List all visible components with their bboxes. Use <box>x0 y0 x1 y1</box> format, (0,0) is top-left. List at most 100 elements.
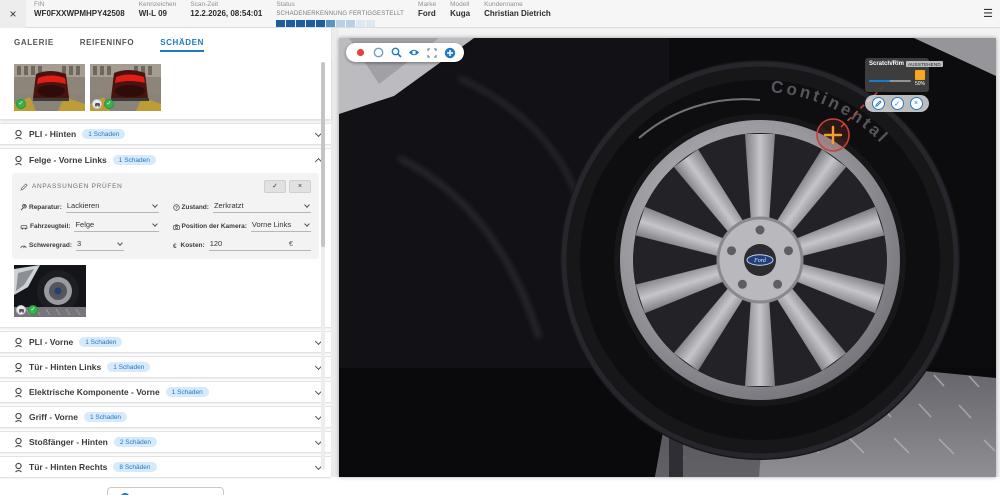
viewer-toolbar <box>346 43 464 62</box>
thumbnail-car-rear-2[interactable]: ✓ <box>90 64 161 111</box>
damage-photo-viewer[interactable]: Continental <box>339 38 996 477</box>
svg-text:€: € <box>173 243 177 249</box>
chevron-down-icon <box>152 221 158 227</box>
thumbnail-car-rear-1[interactable]: ✓ <box>14 64 85 111</box>
field-label: Reparatur: <box>29 204 62 211</box>
marke-label: Marke <box>418 1 436 9</box>
wrench-icon <box>20 204 27 211</box>
form-cancel-button[interactable]: × <box>289 180 311 193</box>
confidence-bar <box>869 80 911 82</box>
damage-row-pli-vorne[interactable]: PLI - Vorne 1 Schaden <box>0 331 331 353</box>
verified-badge-icon: ✓ <box>28 305 38 315</box>
tab-bar: GALERIE REIFENINFO SCHÄDEN <box>0 28 331 58</box>
gauge-icon <box>20 243 27 249</box>
car-icon <box>20 224 28 230</box>
damage-status-badge: AUSSTEHEND <box>906 61 943 67</box>
damage-marker-tool-icon[interactable] <box>354 47 366 59</box>
damage-row-label: Elektrische Komponente - Vorne <box>29 387 160 397</box>
damage-popup: Scratch/Rim AUSSTEHEND 50% ✓ × <box>865 58 929 112</box>
zoom-tool-icon[interactable] <box>390 47 402 59</box>
status-field: Status SCHADENERKENNUNG FERTIGGESTELLT <box>276 1 404 27</box>
reparatur-select[interactable]: Lackieren <box>66 201 159 213</box>
chevron-down-icon <box>304 202 310 208</box>
field-reparatur: Reparatur: Lackieren <box>20 201 159 213</box>
damage-row-tuer-hinten-rechts[interactable]: Tür - Hinten Rechts 8 Schäden <box>0 456 331 478</box>
gallery-thumbnails: ✓ ✓ <box>0 58 331 119</box>
damage-row-label: Stoßfänger - Hinten <box>29 437 108 447</box>
damage-row-tuer-hinten-links[interactable]: Tür - Hinten Links 1 Schaden <box>0 356 331 378</box>
fahrzeugteil-select[interactable]: Felge <box>74 220 158 232</box>
confirm-damage-button[interactable]: ✓ <box>891 97 904 110</box>
damage-count-badge: 1 Schaden <box>107 362 150 372</box>
tab-galerie[interactable]: GALERIE <box>14 38 54 52</box>
damage-row-label: PLI - Vorne <box>29 337 73 347</box>
damage-row-pli-hinten[interactable]: PLI - Hinten 1 Schaden <box>0 123 331 145</box>
modell-field: Modell Kuga <box>450 1 470 19</box>
chevron-down-icon <box>152 202 158 208</box>
position-kamera-select[interactable]: Vorne Links <box>251 220 311 232</box>
severity-indicator <box>915 70 925 80</box>
car-badge-icon <box>16 305 26 315</box>
chevron-down-icon <box>117 240 123 246</box>
visibility-tool-icon[interactable] <box>408 47 420 59</box>
damage-count-badge: 1 Schaden <box>166 387 209 397</box>
kennzeichen-label: Kennzeichen <box>139 1 177 9</box>
damage-marker-icon <box>14 129 23 140</box>
adjustment-form: ANPASSUNGEN PRÜFEN ✓ × Reparatur: Lackie… <box>12 173 319 259</box>
menu-icon[interactable]: ☰ <box>976 0 1000 28</box>
scrollbar-thumb[interactable] <box>321 62 325 247</box>
damage-row-stossfaenger-hinten[interactable]: Stoßfänger - Hinten 2 Schäden <box>0 431 331 453</box>
scanzeit-value: 12.2.2026, 08:54:01 <box>190 9 262 19</box>
sidebar-scrollbar <box>321 62 325 470</box>
damage-marker-icon <box>14 155 23 166</box>
edit-damage-button[interactable] <box>872 97 885 110</box>
field-zustand: ?Zustand: Zerkratzt <box>173 201 312 213</box>
damage-marker-icon <box>14 462 23 473</box>
kennzeichen-value: WI-L 09 <box>139 9 177 19</box>
edit-icon <box>20 183 28 191</box>
field-schweregrad: Schweregrad: 3 <box>20 239 159 251</box>
damage-marker-icon <box>14 387 23 398</box>
damage-row-label: Tür - Hinten Links <box>29 362 101 372</box>
fullscreen-tool-icon[interactable] <box>426 47 438 59</box>
form-title: ANPASSUNGEN PRÜFEN <box>32 183 123 190</box>
status-value: SCHADENERKENNUNG FERTIGGESTELLT <box>276 9 404 19</box>
field-label: Fahrzeugteil: <box>30 223 70 230</box>
damage-row-label: Griff - Vorne <box>29 412 78 422</box>
circle-tool-icon[interactable] <box>372 47 384 59</box>
modell-label: Modell <box>450 1 470 9</box>
damage-row-griff-vorne[interactable]: Griff - Vorne 1 Schaden <box>0 406 331 428</box>
field-fahrzeugteil: Fahrzeugteil: Felge <box>20 220 159 232</box>
car-badge-icon <box>92 99 102 109</box>
add-damage-tool-icon[interactable] <box>444 47 456 59</box>
kosten-currency: € <box>289 239 311 248</box>
thumbnail-wheel-damage[interactable]: ✓ <box>14 265 86 317</box>
tab-reifeninfo[interactable]: REIFENINFO <box>80 38 134 52</box>
send-to-fleetback-button[interactable]: An Fleetback senden <box>107 487 223 495</box>
damage-marker-icon <box>14 337 23 348</box>
svg-text:Ford: Ford <box>753 258 767 264</box>
kosten-input-wrap: € <box>209 239 311 251</box>
damage-sidebar: GALERIE REIFENINFO SCHÄDEN ✓ <box>0 28 331 477</box>
status-progress-bar <box>276 20 404 27</box>
damage-annotation-circle <box>817 119 849 151</box>
fin-field: FIN WF0FXXWPMHPY42508 <box>34 1 125 19</box>
tab-schaeden[interactable]: SCHÄDEN <box>160 38 204 52</box>
damage-count-badge: 8 Schäden <box>113 462 156 472</box>
schweregrad-select[interactable]: 3 <box>76 239 124 251</box>
damage-row-felge-vorne-links[interactable]: Felge - Vorne Links 1 Schaden <box>0 149 331 171</box>
damage-count-badge: 1 Schaden <box>113 155 156 165</box>
damage-marker-icon <box>14 437 23 448</box>
kennzeichen-field: Kennzeichen WI-L 09 <box>139 1 177 19</box>
reject-damage-button[interactable]: × <box>910 97 923 110</box>
damage-row-elektrische-komponente-vorne[interactable]: Elektrische Komponente - Vorne 1 Schaden <box>0 381 331 403</box>
damage-count-badge: 1 Schaden <box>79 337 122 347</box>
field-label: Kosten: <box>181 242 205 249</box>
zustand-select[interactable]: Zerkratzt <box>213 201 311 213</box>
kosten-input[interactable] <box>210 239 289 248</box>
damage-section-felge-vorne-links: Felge - Vorne Links 1 Schaden ANPASSUNGE… <box>0 148 331 328</box>
condition-icon: ? <box>173 204 180 211</box>
form-confirm-button[interactable]: ✓ <box>264 180 286 193</box>
damage-type-label: Scratch/Rim <box>869 61 904 67</box>
close-icon[interactable]: × <box>0 0 26 28</box>
